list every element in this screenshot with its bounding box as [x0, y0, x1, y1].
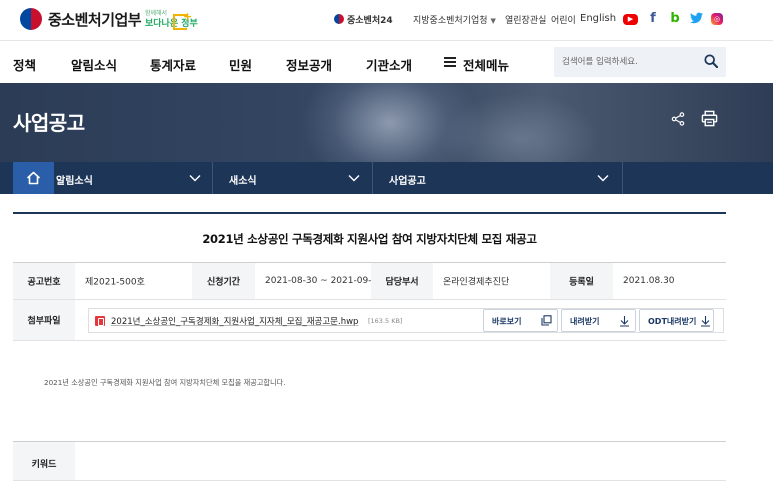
regional-office-label: 지방중소벤처기업청 [413, 16, 488, 26]
facebook-icon[interactable]: f [646, 12, 660, 26]
blog-icon[interactable]: b [668, 12, 682, 26]
announcement-number-value: 제2021-500호 [85, 277, 145, 288]
hamburger-menu-icon[interactable] [444, 57, 456, 67]
odt-download-button[interactable]: ODT내려받기 [639, 309, 714, 332]
breadcrumb-level3-dropdown[interactable]: 사업공고 [373, 162, 623, 194]
page-hero-banner: 사업공고 [0, 83, 773, 162]
attachment-header: 첨부파일 [13, 300, 75, 340]
breadcrumb-level2-label: 새소식 [229, 176, 257, 187]
search-box [554, 47, 726, 77]
regional-office-dropdown[interactable]: 지방중소벤처기업청 ▼ [413, 13, 496, 26]
download-button-label: 내려받기 [570, 317, 600, 326]
attachment-file-name[interactable]: 2021년_소상공인_구독경제화_지원사업_지자체_모집_재공고문.hwp [111, 315, 358, 327]
post-title: 2021년 소상공인 구독경제화 지원사업 참여 지방자치단체 모집 재공고 [202, 232, 537, 246]
download-arrow-icon [701, 316, 710, 327]
nav-item-about[interactable]: 기관소개 [366, 55, 412, 74]
slogan-logo: 함께해서 보다나은 정부 + [145, 8, 198, 32]
attachment-row: 첨부파일 2021년_소상공인_구독경제화_지원사업_지자체_모집_재공고문.h… [13, 300, 726, 341]
announcement-number-header: 공고번호 [13, 263, 75, 299]
registration-date-header: 등록일 [550, 263, 613, 299]
top-bar: 중소벤처기업부 함께해서 보다나은 정부 + 중소벤처24 지방중소벤처기업청 ▼… [0, 0, 773, 40]
mss24-link[interactable]: 중소벤처24 [334, 13, 393, 26]
application-period-value: 2021-08-30 ~ 2021-09-13 [265, 276, 383, 286]
view-button-label: 바로보기 [492, 317, 522, 326]
print-icon[interactable] [701, 110, 718, 127]
department-header: 담당부서 [371, 263, 433, 299]
home-button[interactable] [13, 162, 54, 194]
hwp-file-icon [95, 316, 105, 326]
location-navigation-bar: 알림소식 새소식 사업공고 [0, 162, 773, 194]
download-button[interactable]: 내려받기 [561, 309, 636, 332]
attachment-file-size: [163.5 KB] [368, 316, 403, 325]
home-icon [26, 171, 41, 185]
keyword-row: 키워드 [13, 441, 726, 481]
chevron-down-icon [348, 175, 360, 182]
nav-item-news[interactable]: 알림소식 [71, 55, 117, 74]
view-button[interactable]: 바로보기 [483, 309, 558, 332]
registration-date-value: 2021.08.30 [623, 276, 675, 286]
nav-item-policy[interactable]: 정책 [13, 55, 36, 74]
nav-item-information-disclosure[interactable]: 정보공개 [286, 55, 332, 74]
keyword-header: 키워드 [13, 442, 75, 480]
youtube-icon[interactable]: ▶ [623, 14, 638, 25]
page-title: 사업공고 [13, 111, 85, 135]
attachment-item: 2021년_소상공인_구독경제화_지원사업_지자체_모집_재공고문.hwp [1… [88, 308, 724, 333]
all-menu-button[interactable]: 전체메뉴 [463, 55, 509, 74]
download-arrow-icon [620, 316, 629, 327]
board-top-border [13, 212, 726, 214]
department-value: 온라인경제추진단 [443, 277, 510, 288]
government-emblem-icon[interactable] [20, 8, 42, 30]
search-icon[interactable] [704, 54, 718, 68]
search-input[interactable] [562, 54, 697, 70]
mss24-emblem-icon [334, 14, 344, 24]
caret-down-icon: ▼ [490, 17, 496, 25]
site-logo-text[interactable]: 중소벤처기업부 [48, 9, 142, 30]
mss24-label: 중소벤처24 [347, 16, 393, 26]
main-navigation: 정책 알림소식 통계자료 민원 정보공개 기관소개 전체메뉴 [0, 41, 773, 83]
preview-window-icon [541, 315, 552, 326]
minister-room-link[interactable]: 열린장관실 [505, 13, 546, 26]
nav-item-statistics[interactable]: 통계자료 [150, 55, 196, 74]
nav-item-civil-petition[interactable]: 민원 [229, 55, 252, 74]
instagram-icon[interactable]: ◎ [711, 13, 723, 25]
breadcrumb-level3-label: 사업공고 [389, 176, 426, 187]
breadcrumb-level1-dropdown[interactable]: 알림소식 [54, 162, 213, 194]
application-period-header: 신청기간 [192, 263, 255, 299]
breadcrumb-level2-dropdown[interactable]: 새소식 [213, 162, 373, 194]
post-meta-row: 공고번호 제2021-500호 신청기간 2021-08-30 ~ 2021-0… [13, 262, 726, 300]
kids-link[interactable]: 어린이 [551, 13, 576, 26]
odt-download-button-label: ODT내려받기 [648, 317, 697, 326]
share-icon[interactable] [671, 112, 685, 126]
breadcrumb-level1-label: 알림소식 [56, 176, 93, 187]
post-body-text: 2021년 소상공인 구독경제화 지원사업 참여 지방자치단체 모집을 재공고합… [44, 378, 286, 387]
chevron-down-icon [597, 175, 609, 182]
chevron-down-icon [189, 175, 201, 182]
english-link[interactable]: English [580, 13, 616, 24]
slogan-plus-icon: + [183, 10, 193, 23]
twitter-icon[interactable] [689, 12, 703, 26]
